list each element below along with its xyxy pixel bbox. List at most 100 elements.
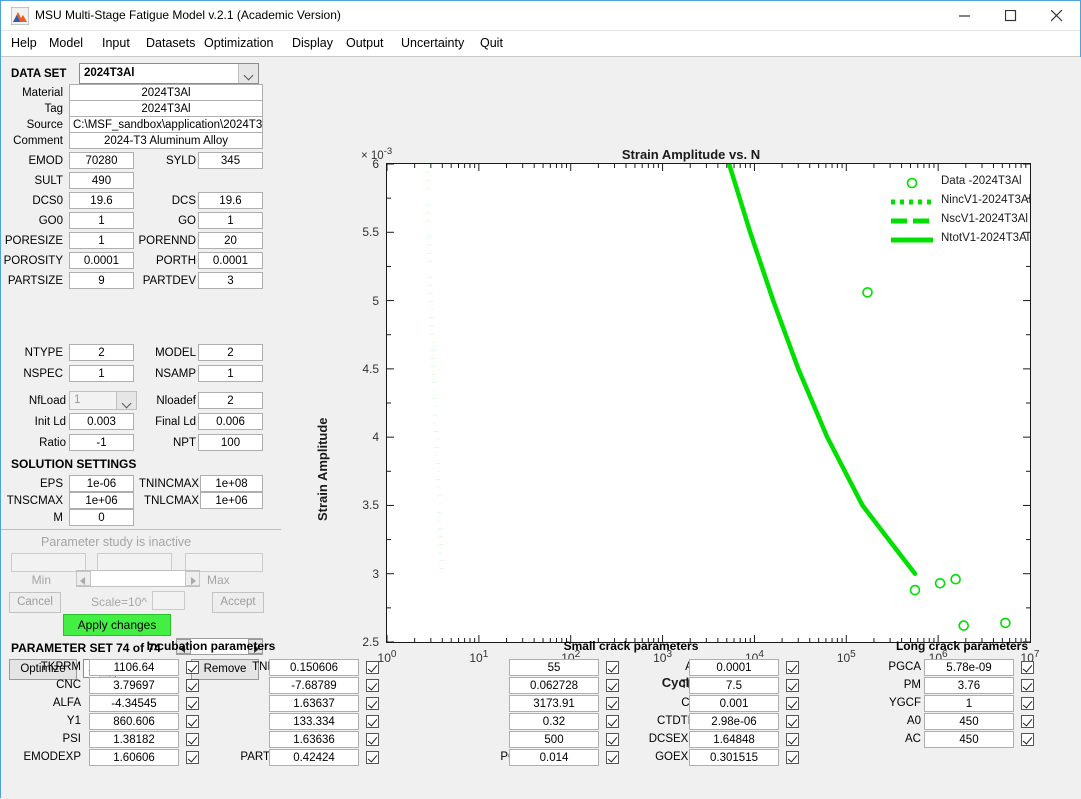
initld-field[interactable]: 0.003	[69, 413, 134, 430]
nfload-combobox[interactable]: 1	[69, 391, 137, 410]
menu-item-input[interactable]: Input	[102, 36, 130, 50]
field-tnincmax[interactable]: 1e+08	[200, 475, 263, 492]
finalld-field[interactable]: 0.006	[198, 413, 263, 430]
param-field-cii[interactable]: 0.001	[689, 695, 779, 712]
menu-item-help[interactable]: Help	[11, 36, 37, 50]
param-checkbox-partexp[interactable]	[366, 751, 379, 764]
field-tag[interactable]: 2024T3Al	[69, 100, 263, 117]
minimize-button[interactable]	[942, 1, 988, 31]
field-ntype[interactable]: 2	[69, 344, 134, 361]
param-study-field-1[interactable]	[11, 553, 86, 572]
field-porennd[interactable]: 20	[198, 232, 263, 249]
menu-item-display[interactable]: Display	[292, 36, 333, 50]
param-field-y1[interactable]: 860.606	[89, 713, 179, 730]
param-checkbox-theta[interactable]	[606, 679, 619, 692]
param-checkbox-ac[interactable]	[1021, 733, 1034, 746]
param-checkbox-goexp[interactable]	[786, 751, 799, 764]
param-field-q[interactable]: 1.63637	[269, 695, 359, 712]
param-field-y2[interactable]: 133.334	[269, 713, 359, 730]
field-dcs0[interactable]: 19.6	[69, 192, 134, 209]
param-checkbox-tkprm[interactable]	[186, 661, 199, 674]
field-partdev[interactable]: 3	[198, 272, 263, 289]
param-checkbox-ai[interactable]	[786, 661, 799, 674]
field-comment[interactable]: 2024-T3 Aluminum Alloy	[69, 132, 263, 149]
param-field-pgca[interactable]: 5.78e-09	[924, 659, 1014, 676]
param-checkbox-ygcf[interactable]	[1021, 697, 1034, 710]
field-material[interactable]: 2024T3Al	[69, 84, 263, 101]
field-go0[interactable]: 1	[69, 212, 134, 229]
param-field-ci[interactable]: 3173.91	[509, 695, 599, 712]
param-study-slider[interactable]	[76, 570, 200, 587]
maximize-button[interactable]	[988, 1, 1034, 31]
menu-item-datasets[interactable]: Datasets	[146, 36, 195, 50]
param-checkbox-af[interactable]	[606, 733, 619, 746]
param-field-partexp[interactable]: 0.42424	[269, 749, 359, 766]
param-checkbox-cii[interactable]	[786, 697, 799, 710]
param-field-pm[interactable]: 3.76	[924, 677, 1014, 694]
field-dcs[interactable]: 19.6	[198, 192, 263, 209]
cancel-button[interactable]: Cancel	[9, 592, 61, 613]
param-checkbox-alfa[interactable]	[186, 697, 199, 710]
field-porth[interactable]: 0.0001	[198, 252, 263, 269]
param-checkbox-y1[interactable]	[186, 715, 199, 728]
param-checkbox-ctdth[interactable]	[786, 715, 799, 728]
param-checkbox-tn[interactable]	[786, 679, 799, 692]
param-checkbox-tnprm[interactable]	[366, 661, 379, 674]
param-field-poreexp[interactable]: 0.014	[509, 749, 599, 766]
field-source[interactable]: C:\MSF_sandbox\application\2024T3Al	[69, 116, 263, 133]
param-checkbox-pgca[interactable]	[1021, 661, 1034, 674]
close-button[interactable]	[1034, 1, 1080, 31]
field-nspec[interactable]: 1	[69, 365, 134, 382]
param-checkbox-cnc[interactable]	[186, 679, 199, 692]
param-checkbox-poreexp[interactable]	[606, 751, 619, 764]
scale-field[interactable]	[152, 591, 185, 610]
nloadef-field[interactable]: 2	[198, 392, 263, 409]
field-emod[interactable]: 70280	[69, 152, 134, 169]
param-field-ctdth[interactable]: 2.98e-06	[689, 713, 779, 730]
param-checkbox-omega[interactable]	[606, 661, 619, 674]
param-field-cm[interactable]: -7.68789	[269, 677, 359, 694]
param-field-r[interactable]: 1.63636	[269, 731, 359, 748]
field-syld[interactable]: 345	[198, 152, 263, 169]
menu-item-uncertainty[interactable]: Uncertainty	[401, 36, 464, 50]
apply-changes-button[interactable]: Apply changes	[63, 614, 171, 636]
field-tnscmax[interactable]: 1e+06	[69, 492, 134, 509]
menu-item-output[interactable]: Output	[346, 36, 384, 50]
dataset-combobox[interactable]: 2024T3Al	[79, 63, 259, 84]
field-porosity[interactable]: 0.0001	[69, 252, 134, 269]
param-checkbox-ci[interactable]	[606, 697, 619, 710]
param-checkbox-q[interactable]	[366, 697, 379, 710]
menu-item-quit[interactable]: Quit	[480, 36, 503, 50]
field-eps[interactable]: 1e-06	[69, 475, 134, 492]
param-checkbox-emodexp[interactable]	[186, 751, 199, 764]
param-field-ai[interactable]: 0.0001	[689, 659, 779, 676]
param-field-goexp[interactable]: 0.301515	[689, 749, 779, 766]
param-checkbox-psi[interactable]	[186, 733, 199, 746]
field-model[interactable]: 2	[198, 344, 263, 361]
accept-button[interactable]: Accept	[212, 592, 264, 613]
param-field-ygcf[interactable]: 1	[924, 695, 1014, 712]
ratio-field[interactable]: -1	[69, 434, 134, 451]
param-field-af[interactable]: 500	[509, 731, 599, 748]
param-field-psi[interactable]: 1.38182	[89, 731, 179, 748]
param-field-emodexp[interactable]: 1.60606	[89, 749, 179, 766]
slider-right-arrow-icon[interactable]	[185, 571, 200, 586]
param-checkbox-gg[interactable]	[606, 715, 619, 728]
param-checkbox-r[interactable]	[366, 733, 379, 746]
menu-item-optimization[interactable]: Optimization	[204, 36, 273, 50]
param-checkbox-pm[interactable]	[1021, 679, 1034, 692]
param-field-ac[interactable]: 450	[924, 731, 1014, 748]
param-field-cnc[interactable]: 3.79697	[89, 677, 179, 694]
field-tnlcmax[interactable]: 1e+06	[200, 492, 263, 509]
menu-item-model[interactable]: Model	[49, 36, 83, 50]
param-field-theta[interactable]: 0.062728	[509, 677, 599, 694]
param-checkbox-y2[interactable]	[366, 715, 379, 728]
param-field-tnprm[interactable]: 0.150606	[269, 659, 359, 676]
param-field-tkprm[interactable]: 1106.64	[89, 659, 179, 676]
param-checkbox-a0[interactable]	[1021, 715, 1034, 728]
param-checkbox-dcsexp[interactable]	[786, 733, 799, 746]
field-nsamp[interactable]: 1	[198, 365, 263, 382]
field-go[interactable]: 1	[198, 212, 263, 229]
param-checkbox-cm[interactable]	[366, 679, 379, 692]
param-field-gg[interactable]: 0.32	[509, 713, 599, 730]
